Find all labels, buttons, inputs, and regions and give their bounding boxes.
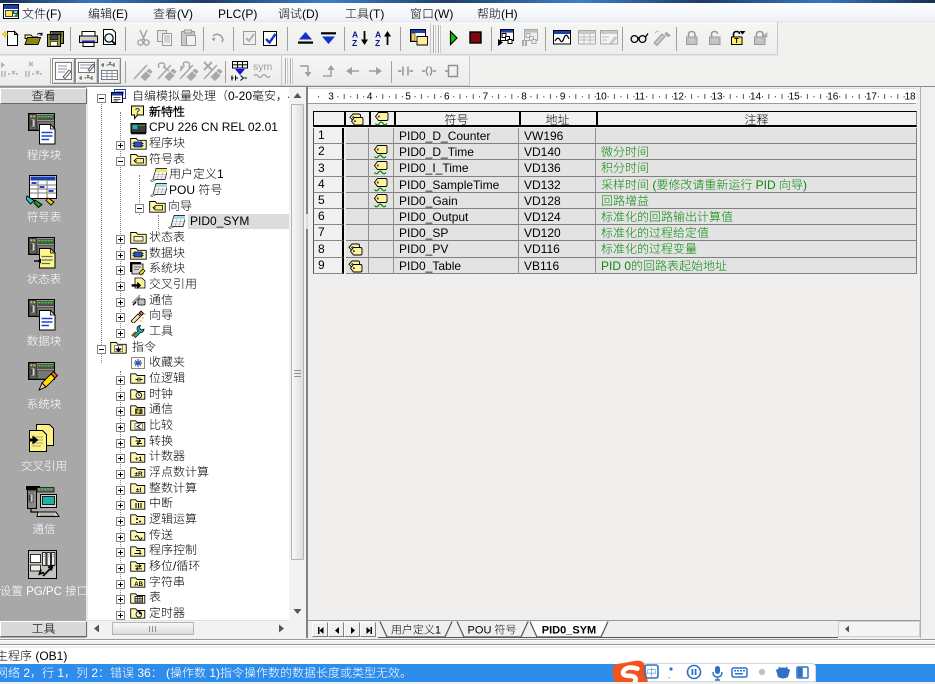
svg-text:±I: ±I — [136, 487, 142, 494]
svg-text:12: 12 — [673, 92, 685, 103]
svg-text:8: 8 — [521, 92, 527, 103]
svg-text:?: ? — [135, 107, 141, 117]
svg-text:13: 13 — [711, 92, 723, 103]
svg-text:用户定义1: 用户定义1 — [391, 624, 441, 637]
svg-text:Z: Z — [375, 38, 380, 47]
svg-text:16: 16 — [827, 92, 839, 103]
svg-text:+1: +1 — [135, 456, 143, 463]
svg-text:4: 4 — [367, 92, 373, 103]
svg-text:3: 3 — [328, 92, 334, 103]
svg-text:中: 中 — [647, 667, 657, 679]
svg-text:POU 符号: POU 符号 — [468, 624, 517, 637]
svg-text:18: 18 — [904, 92, 916, 103]
svg-text:5: 5 — [405, 92, 411, 103]
svg-text:6: 6 — [444, 92, 450, 103]
svg-text:10: 10 — [596, 92, 608, 103]
svg-text:AB: AB — [134, 582, 143, 588]
svg-text:T: T — [734, 38, 739, 45]
svg-text:sym: sym — [253, 61, 273, 73]
svg-text:,: , — [668, 671, 670, 680]
svg-text:±R: ±R — [134, 471, 143, 478]
svg-text:PID0_SYM: PID0_SYM — [542, 625, 596, 637]
svg-text:14: 14 — [750, 92, 762, 103]
svg-text:9: 9 — [560, 92, 566, 103]
svg-text:15: 15 — [789, 92, 801, 103]
svg-text:11: 11 — [635, 92, 646, 103]
svg-text:7: 7 — [483, 92, 489, 103]
svg-text:Z: Z — [352, 38, 357, 47]
svg-text:17: 17 — [866, 92, 878, 103]
